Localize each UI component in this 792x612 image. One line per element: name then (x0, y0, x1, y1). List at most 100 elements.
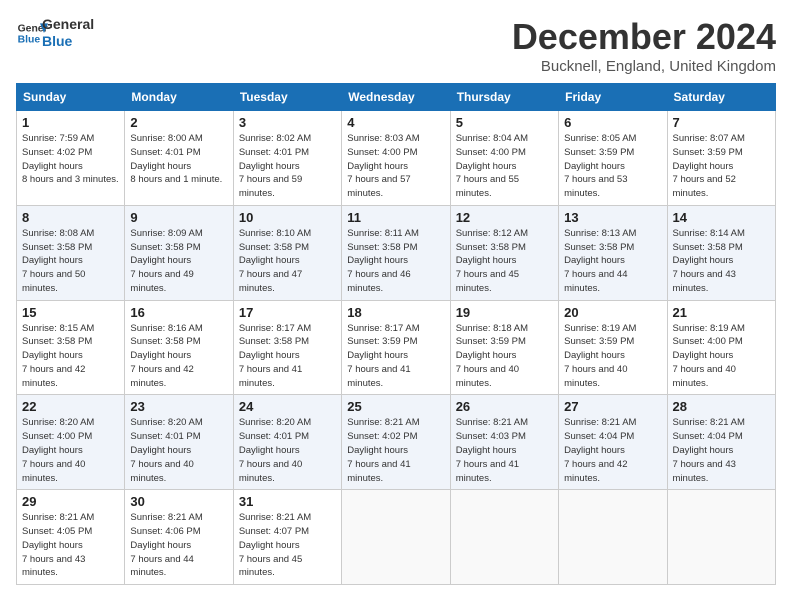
calendar-cell (667, 490, 775, 585)
weekday-header-thursday: Thursday (450, 84, 558, 111)
day-number: 1 (22, 115, 119, 130)
calendar-cell (450, 490, 558, 585)
calendar-cell: 18Sunrise: 8:17 AMSunset: 3:59 PMDayligh… (342, 300, 450, 395)
day-number: 12 (456, 210, 553, 225)
month-title: December 2024 (512, 16, 776, 58)
day-info: Sunrise: 8:20 AMSunset: 4:01 PMDaylight … (130, 416, 227, 485)
day-number: 23 (130, 399, 227, 414)
day-info: Sunrise: 8:17 AMSunset: 3:58 PMDaylight … (239, 322, 336, 391)
day-info: Sunrise: 8:16 AMSunset: 3:58 PMDaylight … (130, 322, 227, 391)
day-number: 22 (22, 399, 119, 414)
day-number: 14 (673, 210, 770, 225)
week-row-3: 15Sunrise: 8:15 AMSunset: 3:58 PMDayligh… (17, 300, 776, 395)
day-number: 15 (22, 305, 119, 320)
day-info: Sunrise: 8:20 AMSunset: 4:00 PMDaylight … (22, 416, 119, 485)
calendar-cell: 17 Sunrise: 8:17 AMSunset: 3:58 PMDayligh… (233, 300, 341, 395)
day-number: 7 (673, 115, 770, 130)
calendar-cell: 2Sunrise: 8:00 AMSunset: 4:01 PMDaylight… (125, 111, 233, 206)
calendar-cell: 16 Sunrise: 8:16 AMSunset: 3:58 PMDayligh… (125, 300, 233, 395)
weekday-header-tuesday: Tuesday (233, 84, 341, 111)
calendar-cell (342, 490, 450, 585)
calendar-cell: 8 Sunrise: 8:08 AMSunset: 3:58 PMDaylight… (17, 205, 125, 300)
calendar-cell: 21 Sunrise: 8:19 AMSunset: 4:00 PMDayligh… (667, 300, 775, 395)
day-info: Sunrise: 8:21 AMSunset: 4:04 PMDaylight … (564, 416, 661, 485)
day-number: 9 (130, 210, 227, 225)
calendar-cell: 4Sunrise: 8:03 AMSunset: 4:00 PMDaylight… (342, 111, 450, 206)
day-number: 29 (22, 494, 119, 509)
day-number: 28 (673, 399, 770, 414)
day-number: 11 (347, 210, 444, 225)
day-info: Sunrise: 8:20 AMSunset: 4:01 PMDaylight … (239, 416, 336, 485)
weekday-header-friday: Friday (559, 84, 667, 111)
day-number: 13 (564, 210, 661, 225)
day-number: 16 (130, 305, 227, 320)
calendar-cell: 5 Sunrise: 8:04 AMSunset: 4:00 PMDaylight… (450, 111, 558, 206)
logo-line2: Blue (42, 33, 94, 50)
week-row-5: 29 Sunrise: 8:21 AMSunset: 4:05 PMDayligh… (17, 490, 776, 585)
day-number: 30 (130, 494, 227, 509)
day-number: 17 (239, 305, 336, 320)
svg-text:Blue: Blue (18, 34, 41, 45)
calendar-cell: 12 Sunrise: 8:12 AMSunset: 3:58 PMDayligh… (450, 205, 558, 300)
day-number: 5 (456, 115, 553, 130)
day-info: Sunrise: 8:07 AMSunset: 3:59 PMDaylight … (673, 132, 770, 201)
day-number: 20 (564, 305, 661, 320)
day-info: Sunrise: 8:09 AMSunset: 3:58 PMDaylight … (130, 227, 227, 296)
day-number: 27 (564, 399, 661, 414)
calendar-cell: 29 Sunrise: 8:21 AMSunset: 4:05 PMDayligh… (17, 490, 125, 585)
day-number: 18 (347, 305, 444, 320)
day-info: Sunrise: 8:12 AMSunset: 3:58 PMDaylight … (456, 227, 553, 296)
calendar-cell: 10 Sunrise: 8:10 AMSunset: 3:58 PMDayligh… (233, 205, 341, 300)
calendar-cell: 7 Sunrise: 8:07 AMSunset: 3:59 PMDaylight… (667, 111, 775, 206)
calendar-cell: 3 Sunrise: 8:02 AMSunset: 4:01 PMDaylight… (233, 111, 341, 206)
day-info: Sunrise: 8:21 AMSunset: 4:02 PMDaylight … (347, 416, 444, 485)
calendar-cell (559, 490, 667, 585)
day-info: Sunrise: 8:05 AMSunset: 3:59 PMDaylight … (564, 132, 661, 201)
day-info: Sunrise: 8:03 AMSunset: 4:00 PMDaylight … (347, 132, 444, 201)
day-info: Sunrise: 8:19 AMSunset: 4:00 PMDaylight … (673, 322, 770, 391)
day-number: 24 (239, 399, 336, 414)
header: General Blue General Blue December 2024 … (16, 16, 776, 75)
day-number: 3 (239, 115, 336, 130)
day-info: Sunrise: 8:21 AMSunset: 4:03 PMDaylight … (456, 416, 553, 485)
day-info: Sunrise: 8:21 AMSunset: 4:06 PMDaylight … (130, 511, 227, 580)
day-info: Sunrise: 8:13 AMSunset: 3:58 PMDaylight … (564, 227, 661, 296)
day-info: Sunrise: 8:08 AMSunset: 3:58 PMDaylight … (22, 227, 119, 296)
week-row-4: 22 Sunrise: 8:20 AMSunset: 4:00 PMDayligh… (17, 395, 776, 490)
day-info: Sunrise: 8:10 AMSunset: 3:58 PMDaylight … (239, 227, 336, 296)
calendar-cell: 20 Sunrise: 8:19 AMSunset: 3:59 PMDayligh… (559, 300, 667, 395)
week-row-2: 8 Sunrise: 8:08 AMSunset: 3:58 PMDaylight… (17, 205, 776, 300)
day-info: Sunrise: 8:19 AMSunset: 3:59 PMDaylight … (564, 322, 661, 391)
calendar-cell: 26 Sunrise: 8:21 AMSunset: 4:03 PMDayligh… (450, 395, 558, 490)
calendar-cell: 11Sunrise: 8:11 AMSunset: 3:58 PMDayligh… (342, 205, 450, 300)
title-area: December 2024 Bucknell, England, United … (512, 16, 776, 75)
day-info: Sunrise: 8:18 AMSunset: 3:59 PMDaylight … (456, 322, 553, 391)
calendar-cell: 14 Sunrise: 8:14 AMSunset: 3:58 PMDayligh… (667, 205, 775, 300)
day-info: Sunrise: 8:04 AMSunset: 4:00 PMDaylight … (456, 132, 553, 201)
weekday-header-monday: Monday (125, 84, 233, 111)
calendar-cell: 23 Sunrise: 8:20 AMSunset: 4:01 PMDayligh… (125, 395, 233, 490)
day-info: Sunrise: 8:02 AMSunset: 4:01 PMDaylight … (239, 132, 336, 201)
day-info: Sunrise: 8:00 AMSunset: 4:01 PMDaylight … (130, 132, 227, 187)
calendar-cell: 28Sunrise: 8:21 AMSunset: 4:04 PMDayligh… (667, 395, 775, 490)
day-number: 10 (239, 210, 336, 225)
weekday-header-wednesday: Wednesday (342, 84, 450, 111)
day-number: 21 (673, 305, 770, 320)
location: Bucknell, England, United Kingdom (512, 58, 776, 75)
logo-line1: General (42, 16, 94, 33)
weekday-header-saturday: Saturday (667, 84, 775, 111)
weekday-header-sunday: Sunday (17, 84, 125, 111)
day-number: 8 (22, 210, 119, 225)
day-info: Sunrise: 8:14 AMSunset: 3:58 PMDaylight … (673, 227, 770, 296)
day-number: 31 (239, 494, 336, 509)
day-number: 26 (456, 399, 553, 414)
day-info: Sunrise: 8:21 AMSunset: 4:05 PMDaylight … (22, 511, 119, 580)
day-number: 19 (456, 305, 553, 320)
calendar-cell: 31Sunrise: 8:21 AMSunset: 4:07 PMDayligh… (233, 490, 341, 585)
calendar-cell: 9 Sunrise: 8:09 AMSunset: 3:58 PMDaylight… (125, 205, 233, 300)
calendar-cell: 19 Sunrise: 8:18 AMSunset: 3:59 PMDayligh… (450, 300, 558, 395)
calendar-cell: 6 Sunrise: 8:05 AMSunset: 3:59 PMDaylight… (559, 111, 667, 206)
calendar-cell: 1 Sunrise: 7:59 AMSunset: 4:02 PMDaylight… (17, 111, 125, 206)
day-info: Sunrise: 7:59 AMSunset: 4:02 PMDaylight … (22, 132, 119, 187)
day-number: 6 (564, 115, 661, 130)
